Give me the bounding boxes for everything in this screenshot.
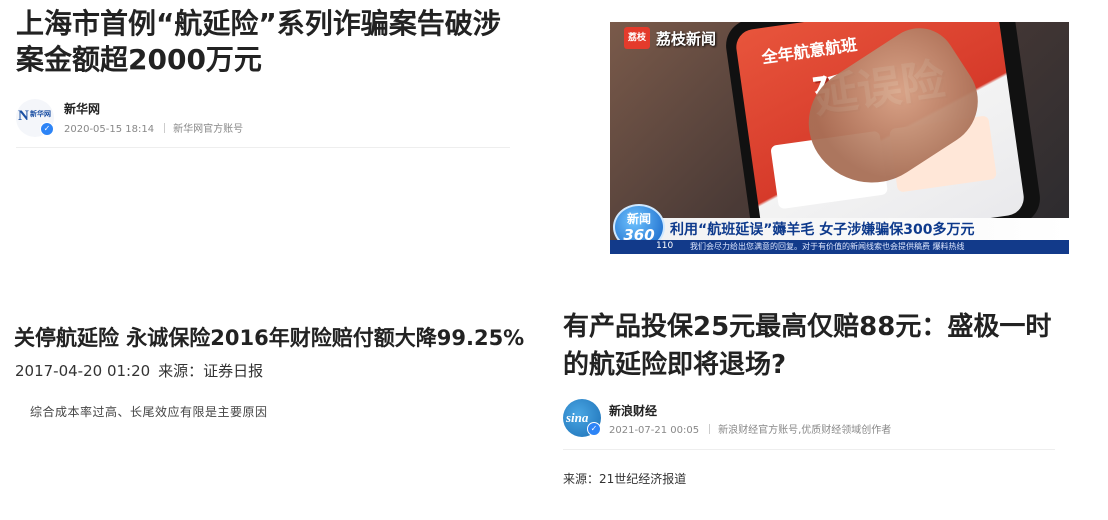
xinhua-logo-text: 新华网 bbox=[30, 110, 51, 118]
phone-screen: 全年航意航班 延误险 bbox=[734, 22, 1027, 250]
badge-line1: 新闻 bbox=[626, 212, 651, 226]
divider bbox=[563, 449, 1055, 450]
article-source: 来源：21世纪经济报道 bbox=[563, 472, 687, 486]
news-ticker: 110 我们会尽力给出您满意的回复。对于有价值的新闻线索也会提供稿费 爆料热线 bbox=[610, 240, 1069, 254]
source-meta: 2020-05-15 18:14 新华网官方账号 bbox=[64, 120, 243, 135]
sina-logo-icon: sina bbox=[566, 410, 589, 425]
lizhi-mark-icon: 荔枝 bbox=[624, 27, 650, 49]
article-title-3[interactable]: 有产品投保25元最高仅赔88元：盛极一时的航延险即将退场? bbox=[563, 308, 1073, 384]
lizhi-brand: 荔枝新闻 bbox=[656, 29, 717, 48]
publish-date: 2017-04-20 01:20 bbox=[15, 362, 151, 380]
publish-datetime: 2020-05-15 18:14 bbox=[64, 124, 155, 135]
verified-icon: ✓ bbox=[40, 122, 54, 136]
divider bbox=[16, 147, 510, 148]
article-title-1[interactable]: 上海市首例“航延险”系列诈骗案告破涉案金额超2000万元 bbox=[16, 6, 526, 78]
meta-separator bbox=[164, 123, 166, 133]
lizhi-news-logo: 荔枝 荔枝新闻 bbox=[624, 26, 716, 50]
article-source: 来源：证券日报 bbox=[158, 362, 264, 380]
xinhua-logo-icon: N bbox=[18, 108, 29, 124]
article-subtitle: 综合成本率过高、长尾效应有限是主要原因 bbox=[30, 405, 268, 419]
article-title-2[interactable]: 关停航延险 永诚保险2016年财险赔付额大降99.25% bbox=[14, 324, 544, 352]
ticker-number: 110 bbox=[656, 241, 674, 251]
caption-bar: 利用“航班延误”薅羊毛 女子涉嫌骗保300多万元 bbox=[650, 218, 1069, 240]
video-caption: 利用“航班延误”薅羊毛 女子涉嫌骗保300多万元 bbox=[670, 222, 975, 238]
source-meta: 2021-07-21 00:05 新浪财经官方账号,优质财经领域创作者 bbox=[609, 421, 891, 436]
source-name[interactable]: 新华网 bbox=[64, 100, 100, 117]
account-description: 新浪财经官方账号,优质财经领域创作者 bbox=[718, 425, 892, 436]
meta-separator bbox=[709, 424, 711, 434]
ticker-text: 我们会尽力给出您满意的回复。对于有价值的新闻线索也会提供稿费 爆料热线 bbox=[690, 242, 965, 251]
account-description: 新华网官方账号 bbox=[173, 124, 244, 135]
article-meta-2: 2017-04-20 01:20 来源：证券日报 bbox=[15, 360, 263, 381]
video-thumbnail[interactable]: 全年航意航班 延误险 荔枝 荔枝新闻 利用“航班延误”薅羊毛 女子涉嫌骗保300… bbox=[610, 22, 1069, 254]
publish-datetime: 2021-07-21 00:05 bbox=[609, 425, 700, 436]
verified-icon: ✓ bbox=[587, 422, 601, 436]
source-name[interactable]: 新浪财经 bbox=[609, 402, 657, 419]
